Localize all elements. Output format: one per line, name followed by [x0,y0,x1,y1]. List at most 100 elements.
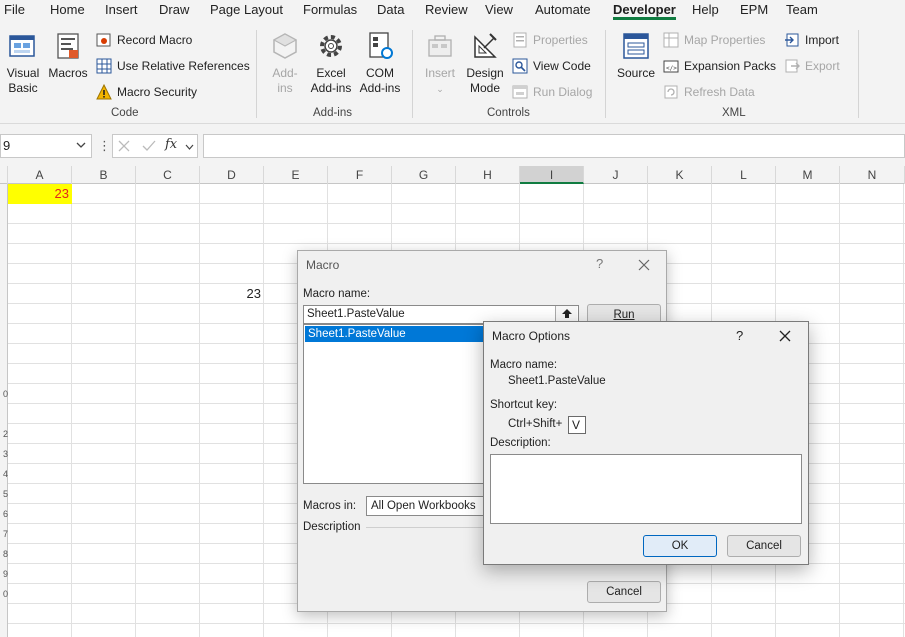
row-header[interactable] [0,184,8,204]
cancel-button[interactable]: Cancel [727,535,801,557]
column-header-b[interactable]: B [72,166,136,184]
row-header[interactable] [0,324,8,344]
column-header-n[interactable]: N [840,166,905,184]
row-header[interactable]: 0 [0,384,8,404]
excel-add-ins-button[interactable]: Excel Add-ins [308,30,354,96]
cell-d7[interactable]: 23 [200,284,264,304]
tab-automate[interactable]: Automate [535,2,591,17]
row-header[interactable] [0,404,8,424]
chevron-down-icon[interactable] [76,141,86,149]
row-header[interactable] [0,204,8,224]
help-button[interactable]: ? [596,256,603,271]
description-textarea[interactable] [490,454,802,524]
tab-team[interactable]: Team [786,2,818,17]
help-button[interactable]: ? [736,328,743,343]
row-header[interactable] [0,304,8,324]
insert-control-button[interactable]: Insert ⌄ [420,30,460,97]
macros-in-select[interactable]: All Open Workbooks [366,496,486,516]
tab-help[interactable]: Help [692,2,719,17]
row-header[interactable] [0,264,8,284]
tab-draw[interactable]: Draw [159,2,189,17]
source-button[interactable]: Source [614,30,658,81]
column-header-d[interactable]: D [200,166,264,184]
close-icon[interactable] [638,259,650,271]
row-header[interactable] [0,284,8,304]
refresh-data-button[interactable]: Refresh Data [663,83,755,101]
select-all-corner[interactable] [0,166,8,184]
column-header-i[interactable]: I [520,166,584,184]
confirm-entry-icon[interactable] [142,140,156,152]
add-ins-button[interactable]: Add- ins [266,30,304,96]
tab-data[interactable]: Data [377,2,404,17]
map-properties-button[interactable]: Map Properties [663,31,765,49]
chevron-down-icon[interactable] [185,144,194,150]
row-header[interactable]: 8 [0,544,8,564]
insert-function-icon[interactable]: fx [165,137,177,152]
column-header-g[interactable]: G [392,166,456,184]
row-gridline [8,243,905,244]
macro-name-label: Macro name: [303,288,371,300]
formula-input[interactable] [203,134,905,158]
list-item[interactable]: Sheet1.PasteValue [305,326,491,342]
row-header[interactable]: 4 [0,464,8,484]
tab-developer[interactable]: Developer [613,2,676,20]
column-header-l[interactable]: L [712,166,776,184]
record-macro-button[interactable]: Record Macro [96,31,192,49]
tab-view[interactable]: View [485,2,513,17]
row-header[interactable] [0,344,8,364]
use-relative-references-button[interactable]: Use Relative References [96,57,250,75]
macro-security-button[interactable]: Macro Security [96,83,197,101]
com-add-ins-button[interactable]: COM Add-ins [356,30,404,96]
visual-basic-button[interactable]: Visual Basic [4,30,42,96]
row-header[interactable]: 0 [0,584,8,604]
expansion-packs-button[interactable]: </> Expansion Packs [663,57,776,75]
macro-list[interactable]: Sheet1.PasteValue [303,324,493,484]
column-header-h[interactable]: H [456,166,520,184]
column-header-m[interactable]: M [776,166,840,184]
design-mode-button[interactable]: Design Mode [464,30,506,96]
cell-a1[interactable]: 23 [8,184,72,204]
tab-file[interactable]: File [4,2,25,17]
run-dialog-button[interactable]: Run Dialog [512,83,592,101]
tab-insert[interactable]: Insert [105,2,138,17]
import-button[interactable]: Import [784,31,839,49]
column-header-a[interactable]: A [8,166,72,184]
view-code-icon [512,58,528,74]
ok-button[interactable]: OK [643,535,717,557]
tab-formulas[interactable]: Formulas [303,2,357,17]
shortcut-key-input[interactable]: V [568,416,586,434]
row-header[interactable]: 7 [0,524,8,544]
column-header-f[interactable]: F [328,166,392,184]
more-options-icon[interactable]: ⋮ [98,138,111,154]
tab-epm[interactable]: EPM [740,2,768,17]
column-header-row: A B C D E F G H I J K L M N [0,166,905,184]
row-header[interactable] [0,364,8,384]
row-header[interactable]: 6 [0,504,8,524]
export-button[interactable]: Export [784,57,840,75]
tab-review[interactable]: Review [425,2,468,17]
row-header[interactable] [0,224,8,244]
column-header-c[interactable]: C [136,166,200,184]
row-header[interactable]: 3 [0,444,8,464]
row-header[interactable]: 9 [0,564,8,584]
row-header[interactable] [0,244,8,264]
insert-control-label: Insert [424,66,455,80]
tab-page-layout[interactable]: Page Layout [210,2,283,17]
row-header-column: 0234567890 [0,184,8,637]
cancel-entry-icon[interactable] [118,140,130,152]
row-header[interactable]: 5 [0,484,8,504]
view-code-button[interactable]: View Code [512,57,591,75]
row-gridline [8,623,905,624]
excel-add-ins-label-line2: Add-ins [310,81,352,95]
chevron-down-icon: ⌄ [436,84,444,94]
macros-button[interactable]: Macros [46,30,90,81]
properties-button[interactable]: Properties [512,31,588,49]
column-header-j[interactable]: J [584,166,648,184]
column-header-k[interactable]: K [648,166,712,184]
cancel-button[interactable]: Cancel [587,581,661,603]
close-icon[interactable] [779,330,791,342]
formula-controls: fx [112,134,198,158]
tab-home[interactable]: Home [50,2,85,17]
row-header[interactable]: 2 [0,424,8,444]
column-header-e[interactable]: E [264,166,328,184]
